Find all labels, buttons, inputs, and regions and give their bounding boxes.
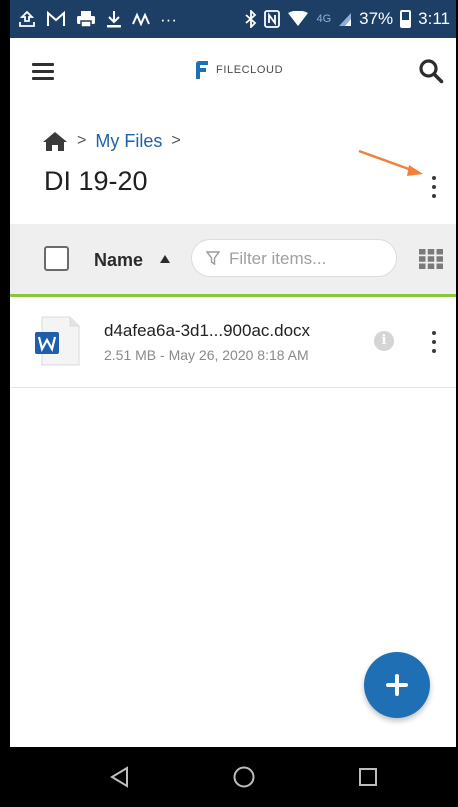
filter-input[interactable]: Filter items... bbox=[191, 239, 397, 277]
word-doc-icon bbox=[35, 316, 80, 366]
logo-text: FILECLOUD bbox=[216, 64, 284, 76]
breadcrumb-my-files[interactable]: My Files bbox=[95, 131, 162, 152]
app-screen: ··· 4G 37% 3:11 FILECLOUD > My Files > D… bbox=[10, 0, 456, 807]
breadcrumb: > My Files > bbox=[42, 130, 181, 152]
status-bar: ··· 4G 37% 3:11 bbox=[10, 0, 456, 38]
filter-placeholder: Filter items... bbox=[229, 249, 327, 268]
filecloud-logo-icon bbox=[196, 61, 208, 79]
add-button[interactable] bbox=[364, 652, 430, 718]
breadcrumb-separator: > bbox=[77, 132, 87, 149]
download-icon bbox=[107, 11, 121, 28]
printer-icon bbox=[77, 11, 95, 28]
recent-apps-icon[interactable] bbox=[356, 765, 380, 789]
sort-ascending-icon[interactable] bbox=[159, 254, 171, 264]
file-list-item[interactable]: d4afea6a-3d1...900ac.docx 2.51 MB - May … bbox=[10, 297, 456, 388]
menu-icon[interactable] bbox=[32, 63, 54, 81]
android-nav-bar bbox=[10, 747, 456, 807]
file-more-options-icon[interactable] bbox=[431, 331, 437, 353]
app-bar: FILECLOUD bbox=[10, 38, 456, 108]
gmail-icon bbox=[47, 11, 65, 26]
filecloud-logo: FILECLOUD bbox=[194, 60, 283, 80]
home-nav-icon[interactable] bbox=[232, 765, 256, 789]
folder-more-options-icon[interactable] bbox=[431, 176, 437, 198]
search-icon[interactable] bbox=[418, 58, 444, 84]
network-type: 4G bbox=[316, 12, 332, 25]
plus-icon-vertical bbox=[395, 674, 399, 696]
file-name[interactable]: d4afea6a-3d1...900ac.docx bbox=[104, 321, 310, 341]
file-meta: 2.51 MB - May 26, 2020 8:18 AM bbox=[104, 347, 309, 363]
select-all-checkbox[interactable] bbox=[44, 246, 69, 271]
name-column-header[interactable]: Name bbox=[94, 250, 143, 271]
status-bar-left: ··· bbox=[10, 10, 177, 28]
notification-icon bbox=[132, 12, 150, 26]
more-dots-icon: ··· bbox=[160, 9, 177, 29]
battery-icon bbox=[400, 10, 412, 28]
battery-percentage: 37% bbox=[359, 9, 394, 28]
nfc-icon bbox=[264, 10, 281, 28]
grid-view-icon[interactable] bbox=[419, 249, 443, 269]
info-icon[interactable]: i bbox=[374, 331, 394, 351]
status-bar-right: 4G 37% 3:11 bbox=[245, 9, 450, 29]
clock: 3:11 bbox=[418, 9, 450, 28]
wifi-icon bbox=[288, 11, 309, 26]
breadcrumb-separator: > bbox=[171, 132, 181, 149]
lte-signal-icon bbox=[339, 13, 352, 26]
page-title: DI 19-20 bbox=[44, 166, 148, 196]
upload-icon bbox=[19, 10, 35, 27]
annotation-arrow bbox=[358, 149, 423, 176]
home-icon[interactable] bbox=[42, 130, 68, 152]
back-icon[interactable] bbox=[108, 765, 132, 789]
bluetooth-icon bbox=[245, 10, 257, 28]
filter-icon bbox=[206, 251, 220, 265]
